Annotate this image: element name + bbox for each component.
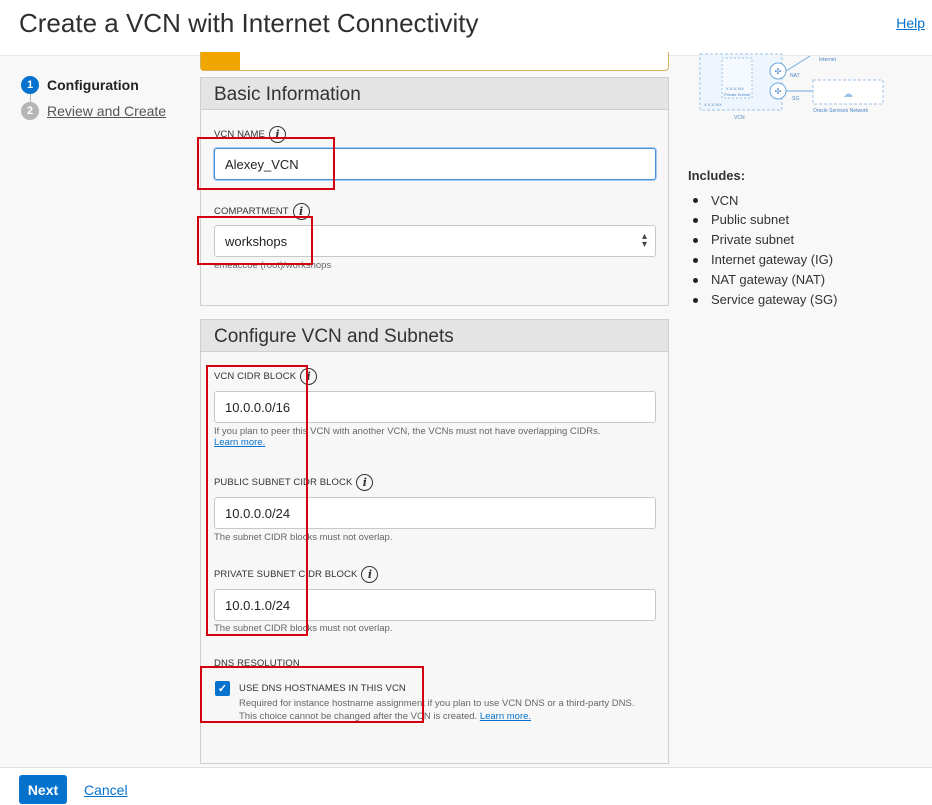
- help-link[interactable]: Help: [896, 15, 925, 31]
- next-button[interactable]: Next: [19, 775, 67, 804]
- bullet: [693, 298, 698, 303]
- cidr-label: X.X.X.X/X: [726, 86, 744, 91]
- includes-item: Internet gateway (IG): [711, 252, 834, 267]
- step-number: 2: [21, 102, 39, 120]
- cancel-link[interactable]: Cancel: [84, 782, 128, 798]
- page-header: Create a VCN with Internet Connectivity …: [0, 0, 932, 56]
- notice-banner: [200, 52, 669, 71]
- oracle-services-label: Oracle Services Network: [813, 108, 869, 114]
- sg-label: SG: [792, 96, 799, 102]
- info-icon[interactable]: i: [356, 474, 374, 491]
- info-icon[interactable]: i: [361, 566, 379, 583]
- bullet: [693, 258, 698, 263]
- vcn-diagram: ✣ ✣ ☁ Internet NAT SG VCN Oracle Service…: [699, 53, 884, 121]
- bullet: [693, 198, 698, 203]
- panel-title: Configure VCN and Subnets: [201, 320, 668, 352]
- learn-more-link[interactable]: Learn more.: [480, 711, 531, 722]
- internet-label: Internet: [819, 57, 837, 63]
- page-title: Create a VCN with Internet Connectivity: [19, 8, 479, 38]
- footer-bar: Next Cancel: [0, 767, 932, 805]
- svg-text:✣: ✣: [775, 67, 782, 76]
- nat-label: NAT: [790, 73, 800, 79]
- panel-title: Basic Information: [201, 78, 668, 110]
- bullet: [693, 238, 698, 243]
- includes-heading: Includes:: [688, 168, 746, 183]
- step-connector: [30, 94, 31, 102]
- svg-text:✣: ✣: [775, 87, 782, 96]
- step-label[interactable]: Review and Create: [47, 103, 166, 119]
- includes-item: Private subnet: [711, 232, 795, 247]
- includes-item: Service gateway (SG): [711, 292, 838, 307]
- bullet: [693, 278, 698, 283]
- step-number: 1: [21, 76, 39, 94]
- bullet: [693, 218, 698, 223]
- highlight-box: [206, 365, 308, 636]
- svg-text:☁: ☁: [843, 89, 853, 100]
- includes-list: Includes: VCN Public subnet Private subn…: [688, 168, 837, 307]
- step-configuration: 1 Configuration: [21, 76, 139, 94]
- step-review-and-create[interactable]: 2 Review and Create: [21, 102, 166, 120]
- includes-item: Public subnet: [711, 212, 790, 227]
- includes-item: VCN: [711, 193, 739, 208]
- step-label: Configuration: [47, 77, 139, 93]
- vcn-label: VCN: [734, 115, 745, 121]
- includes-item: NAT gateway (NAT): [711, 272, 826, 287]
- cidr-label: X.X.X.X/X: [704, 102, 722, 107]
- highlight-box: [197, 137, 335, 190]
- chevron-up-down-icon: ▴ ▾: [641, 231, 647, 250]
- notice-accent: [201, 52, 240, 70]
- basic-information-panel: Basic Information VCN NAME i Alexey_VCN …: [200, 77, 669, 306]
- highlight-box: [197, 216, 313, 265]
- private-subnet-label: Private Subnet: [724, 92, 751, 97]
- highlight-box: [200, 666, 424, 723]
